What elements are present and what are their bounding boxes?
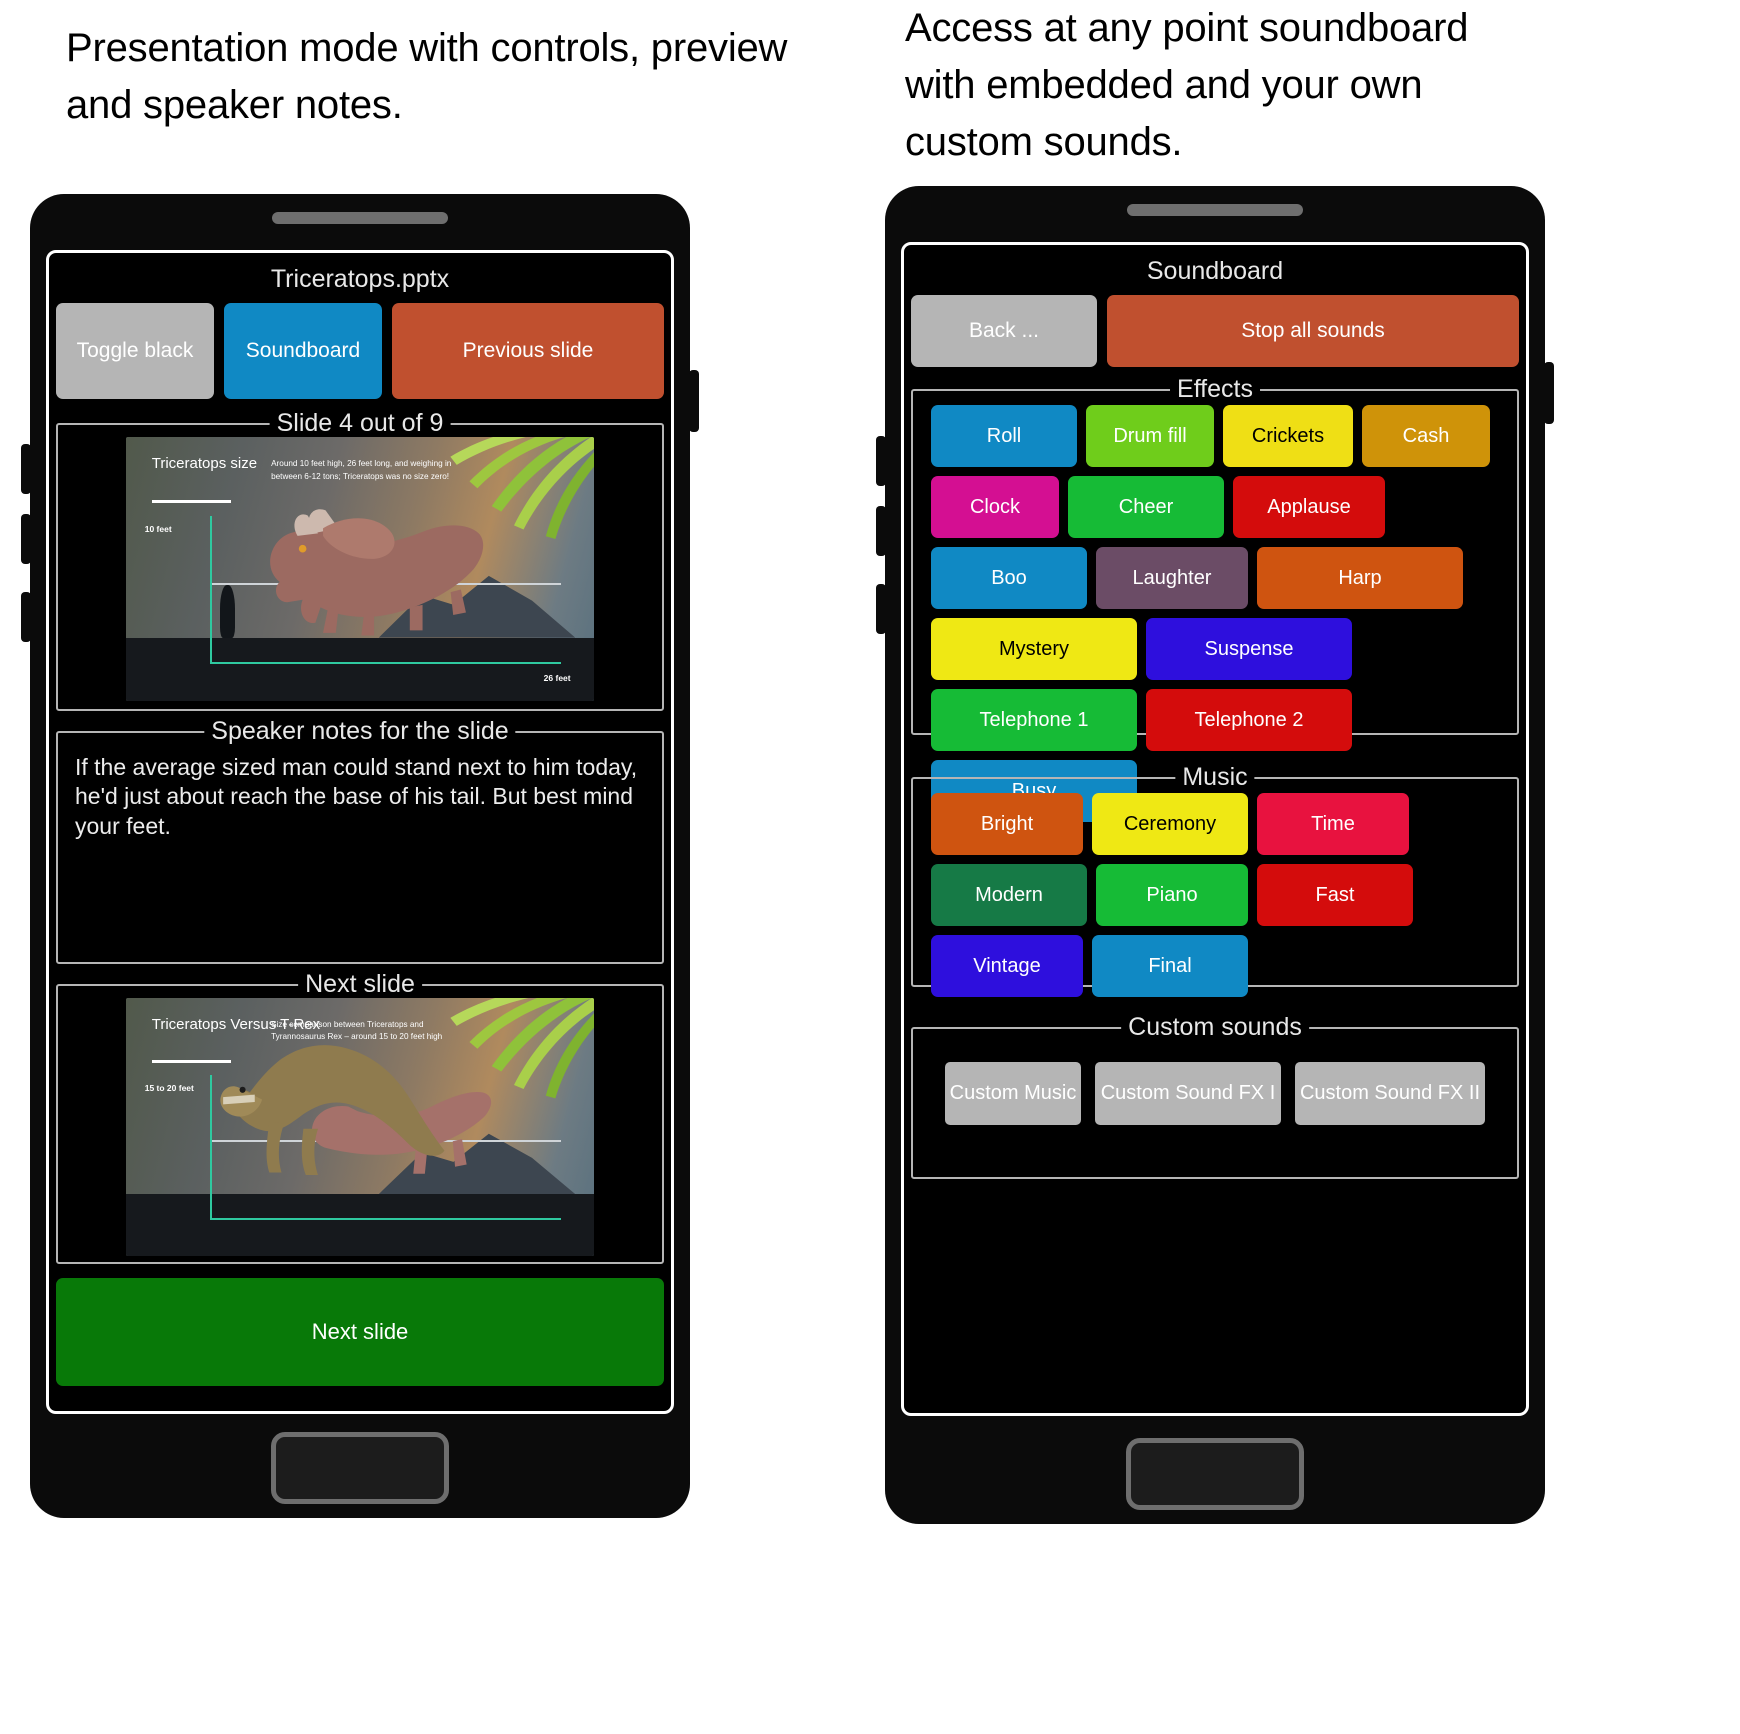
speaker-notes-text: If the average sized man could stand nex…	[75, 754, 638, 839]
phone-mute-button[interactable]	[21, 592, 31, 642]
slide-ground	[126, 1194, 594, 1256]
phone-soundboard: Soundboard Back ... Stop all sounds Effe…	[876, 186, 1554, 1524]
sound-button[interactable]: Clock	[931, 476, 1059, 538]
slide-body: Size comparison between Triceratops and …	[271, 1019, 443, 1042]
sound-button[interactable]: Custom Sound FX I	[1095, 1062, 1281, 1125]
sound-button[interactable]: Cash	[1362, 405, 1490, 467]
sound-button[interactable]: Fast	[1257, 864, 1413, 926]
stop-all-sounds-button[interactable]: Stop all sounds	[1107, 295, 1519, 367]
phone-volume-up-button[interactable]	[21, 444, 31, 494]
sound-button[interactable]: Roll	[931, 405, 1077, 467]
slide-artwork-triceratops-size: Triceratops size Around 10 feet high, 26…	[126, 437, 594, 701]
soundboard-button[interactable]: Soundboard	[224, 303, 382, 399]
effects-legend: Effects	[1170, 375, 1260, 404]
current-slide-legend: Slide 4 out of 9	[269, 409, 451, 438]
sound-button[interactable]: Harp	[1257, 547, 1463, 609]
sound-button[interactable]: Telephone 2	[1146, 689, 1352, 751]
effects-group: Effects Roll Drum fill Crickets Cash Clock Ch…	[911, 375, 1519, 822]
slide-height-label: 15 to 20 feet	[144, 1083, 194, 1094]
triceratops-illustration	[270, 509, 484, 636]
slide-canvas: Presentation mode with controls, preview…	[0, 0, 1740, 1734]
sound-button[interactable]: Boo	[931, 547, 1087, 609]
phone-speaker-grille	[272, 212, 448, 224]
custom-sounds-group: Custom sounds Custom Music Custom Sound F…	[911, 1013, 1519, 1179]
soundboard-title: Soundboard	[1146, 257, 1284, 285]
phone-home-button[interactable]	[271, 1432, 449, 1504]
sound-button[interactable]: Time	[1257, 793, 1409, 855]
sound-button[interactable]: Modern	[931, 864, 1087, 926]
tyrannosaurus-illustration	[219, 1045, 444, 1175]
caption-presentation-mode: Presentation mode with controls, preview…	[66, 26, 788, 127]
sound-button[interactable]: Vintage	[931, 935, 1083, 997]
sound-button[interactable]: Suspense	[1146, 618, 1352, 680]
presentation-toolbar: Toggle black Soundboard Previous slide	[49, 303, 671, 399]
presentation-title: Triceratops.pptx	[270, 265, 450, 293]
slide-body: Around 10 feet high, 26 feet long, and w…	[271, 459, 452, 481]
custom-sounds-button-grid: Custom Music Custom Sound FX I Custom Soun…	[913, 1029, 1517, 1141]
speaker-notes-legend: Speaker notes for the slide	[204, 717, 516, 746]
presentation-screen: Triceratops.pptx Toggle black Soundboard…	[46, 250, 674, 1414]
slide-length-label: 26 feet	[543, 672, 571, 683]
slide-height-line	[210, 516, 213, 665]
custom-sounds-legend: Custom sounds	[1121, 1013, 1309, 1042]
next-slide-legend: Next slide	[298, 970, 422, 999]
slide-height-label: 10 feet	[144, 524, 172, 535]
sound-button[interactable]: Custom Sound FX II	[1295, 1062, 1485, 1125]
phone-power-button[interactable]	[1544, 362, 1554, 424]
sound-button[interactable]: Telephone 1	[931, 689, 1137, 751]
caption-soundboard: Access at any point soundboard with embe…	[905, 6, 1469, 164]
soundboard-toolbar: Back ... Stop all sounds	[904, 295, 1526, 367]
sound-button[interactable]: Bright	[931, 793, 1083, 855]
slide-title-rule	[151, 500, 232, 504]
next-slide-button[interactable]: Next slide	[56, 1278, 664, 1386]
toggle-black-button[interactable]: Toggle black	[56, 303, 214, 399]
sound-button[interactable]: Piano	[1096, 864, 1248, 926]
slide-title: Triceratops size	[151, 455, 258, 473]
current-slide-group: Slide 4 out of 9 Triceratops size Around…	[56, 409, 664, 713]
phone-volume-up-button[interactable]	[876, 436, 886, 486]
soundboard-screen: Soundboard Back ... Stop all sounds Effe…	[901, 242, 1529, 1416]
phone-volume-down-button[interactable]	[876, 506, 886, 556]
music-legend: Music	[1175, 763, 1255, 792]
sound-button[interactable]: Applause	[1233, 476, 1385, 538]
music-group: Music Bright Ceremony Time Modern Piano Fast V…	[911, 763, 1519, 997]
slide-title-rule	[151, 1059, 232, 1063]
sound-button[interactable]: Laughter	[1096, 547, 1248, 609]
phone-power-button[interactable]	[689, 370, 699, 432]
phone-home-button[interactable]	[1126, 1438, 1304, 1510]
sound-button[interactable]: Cheer	[1068, 476, 1224, 538]
speaker-notes-group: Speaker notes for the slide If the avera…	[56, 717, 664, 964]
next-slide-preview[interactable]: Triceratops Versus T-Rex Size comparison…	[58, 986, 662, 1268]
back-button[interactable]: Back ...	[911, 295, 1097, 367]
next-slide-group: Next slide Triceratops Versus T-Rex Size…	[56, 970, 664, 1264]
slide-artwork-triceratops-versus-trex: Triceratops Versus T-Rex Size comparison…	[126, 998, 594, 1256]
sound-button[interactable]: Custom Music	[945, 1062, 1081, 1125]
sound-button[interactable]: Final	[1092, 935, 1248, 997]
slide-length-line	[210, 1217, 562, 1220]
slide-length-line	[210, 662, 562, 665]
slide-ground	[126, 637, 594, 701]
sound-button[interactable]: Ceremony	[1092, 793, 1248, 855]
sound-button[interactable]: Crickets	[1223, 405, 1353, 467]
phone-speaker-grille	[1127, 204, 1303, 216]
phone-volume-down-button[interactable]	[21, 514, 31, 564]
sound-button[interactable]: Drum fill	[1086, 405, 1214, 467]
music-button-grid: Bright Ceremony Time Modern Piano Fast Vintage…	[913, 779, 1517, 1013]
phone-mute-button[interactable]	[876, 584, 886, 634]
sound-button[interactable]: Mystery	[931, 618, 1137, 680]
current-slide-preview[interactable]: Triceratops size Around 10 feet high, 26…	[58, 425, 662, 713]
previous-slide-button[interactable]: Previous slide	[392, 303, 664, 399]
phone-presentation-mode: Triceratops.pptx Toggle black Soundboard…	[21, 194, 699, 1518]
